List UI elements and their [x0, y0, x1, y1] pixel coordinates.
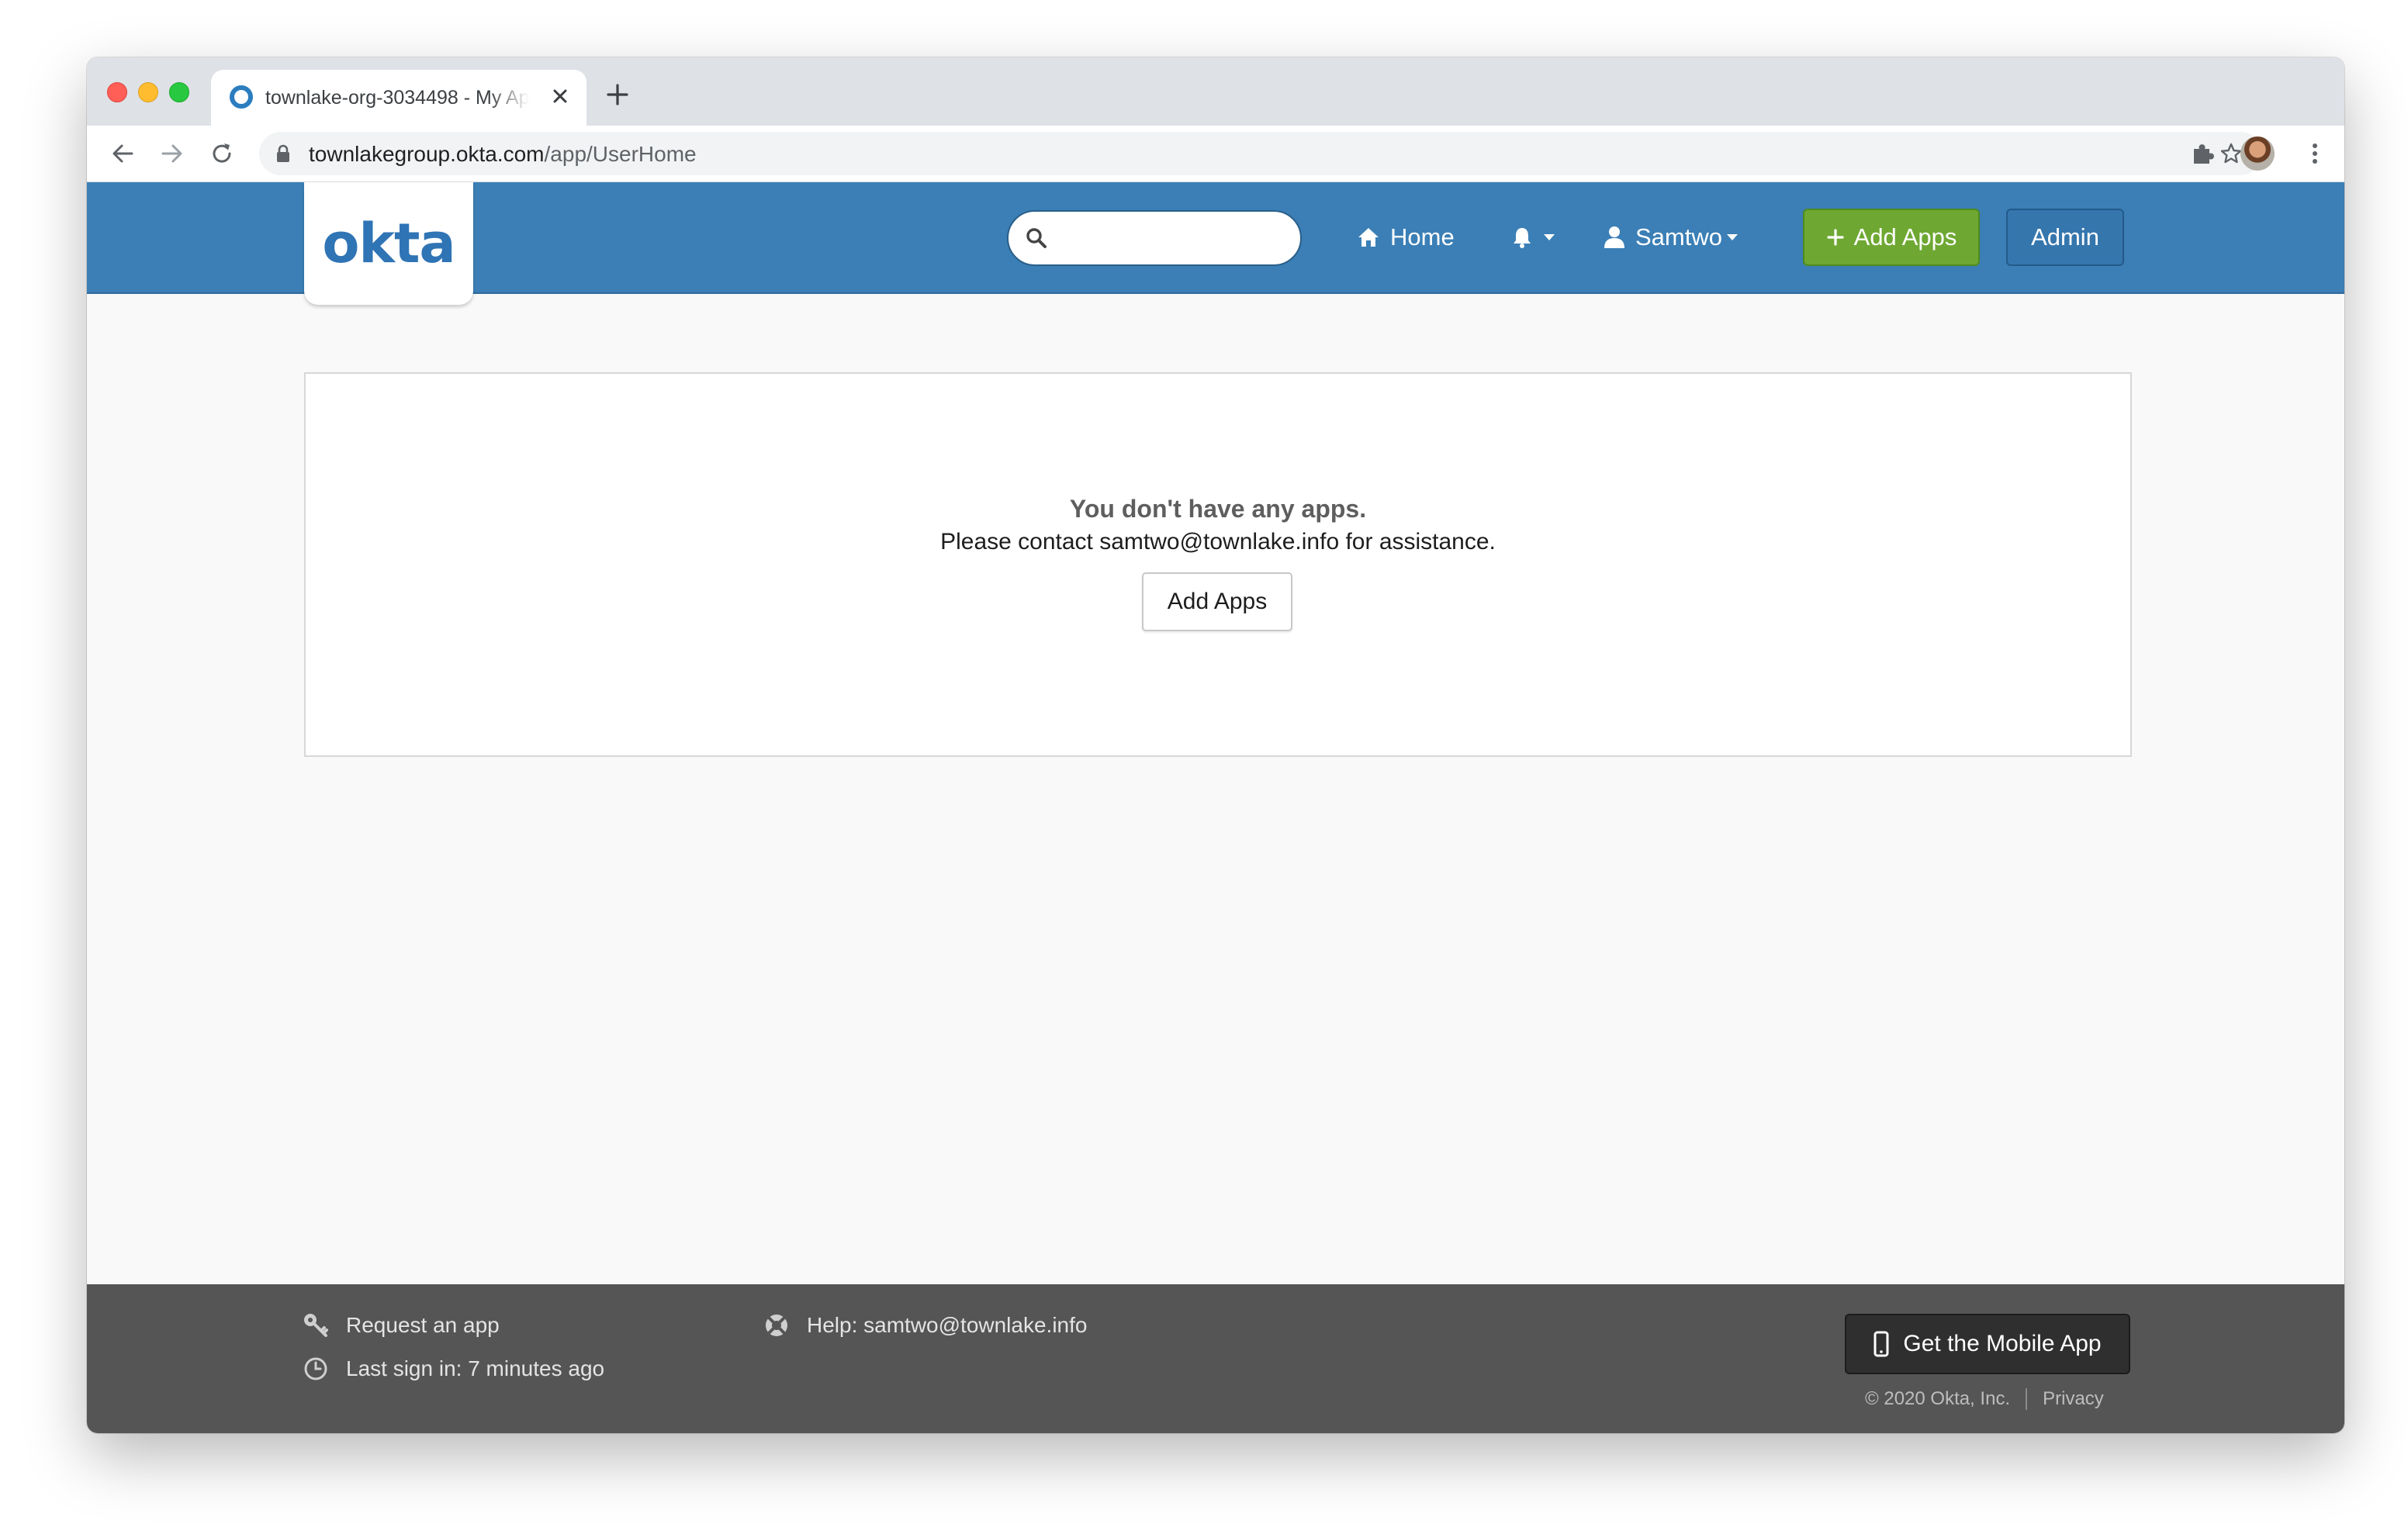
copyright-row: © 2020 Okta, Inc. Privacy — [1865, 1388, 2104, 1410]
request-app-link[interactable]: Request an app — [303, 1312, 500, 1339]
nav-home-link[interactable]: Home — [1356, 213, 1455, 261]
url-host: townlakegroup.okta.com — [309, 142, 545, 166]
clock-icon — [304, 1357, 327, 1380]
bell-icon — [1514, 228, 1531, 248]
user-icon — [1604, 226, 1624, 248]
close-window-button[interactable] — [107, 82, 127, 102]
new-tab-icon[interactable] — [604, 81, 631, 109]
okta-logo[interactable]: okta — [304, 182, 473, 305]
help-lifebuoy-icon — [766, 1315, 787, 1336]
browser-window: townlake-org-3034498 - My Apps townlakeg… — [87, 57, 2344, 1433]
phone-icon — [1873, 1331, 1889, 1357]
empty-message: Please contact samtwo@townlake.info for … — [940, 529, 1496, 555]
close-icon[interactable] — [548, 84, 573, 109]
url-path: /app/UserHome — [544, 142, 697, 166]
tab-title: townlake-org-3034498 - My Apps — [265, 87, 529, 109]
add-apps-label: Add Apps — [1853, 223, 1957, 250]
nav-home-label: Home — [1390, 223, 1455, 250]
more-vert-icon[interactable] — [2299, 138, 2330, 169]
search-input[interactable] — [1055, 223, 1283, 255]
admin-button[interactable]: Admin — [2006, 209, 2124, 266]
admin-label: Admin — [2031, 223, 2099, 250]
add-apps-secondary-button[interactable]: Add Apps — [1142, 572, 1292, 631]
privacy-link[interactable]: Privacy — [2043, 1388, 2104, 1410]
get-mobile-app-button[interactable]: Get the Mobile App — [1845, 1314, 2130, 1374]
key-icon — [304, 1314, 328, 1337]
divider — [2026, 1388, 2028, 1410]
chevron-down-icon — [1544, 234, 1555, 240]
search-box[interactable] — [1007, 210, 1302, 266]
help-link[interactable]: Help: samtwo@townlake.info — [763, 1312, 1087, 1339]
copyright-text: © 2020 Okta, Inc. — [1865, 1388, 2011, 1409]
last-sign-in-label: Last sign in: 7 minutes ago — [346, 1356, 605, 1380]
home-icon — [1358, 228, 1379, 247]
last-sign-in: Last sign in: 7 minutes ago — [303, 1356, 604, 1382]
nav-user-label: Samtwo — [1635, 223, 1722, 250]
lock-icon — [277, 144, 289, 162]
user-menu-dropdown[interactable]: Samtwo — [1603, 213, 1738, 261]
empty-title: You don't have any apps. — [1069, 495, 1367, 523]
empty-apps-panel: You don't have any apps. Please contact … — [304, 372, 2132, 757]
okta-favicon-icon — [230, 85, 253, 109]
footer: Request an app Last sign in: 7 minutes a… — [87, 1284, 2344, 1433]
logo-text: okta — [322, 212, 455, 275]
browser-toolbar: townlakegroup.okta.com/app/UserHome — [87, 126, 2344, 182]
search-icon — [1026, 228, 1047, 248]
url-text: townlakegroup.okta.com/app/UserHome — [309, 142, 697, 167]
browser-tab[interactable]: townlake-org-3034498 - My Apps — [211, 70, 586, 126]
chevron-down-icon — [1726, 234, 1738, 240]
help-label: Help: samtwo@townlake.info — [807, 1313, 1088, 1337]
notifications-dropdown[interactable] — [1510, 213, 1555, 261]
get-mobile-app-label: Get the Mobile App — [1903, 1331, 2102, 1356]
extensions-puzzle-icon[interactable] — [2188, 138, 2219, 169]
maximize-window-button[interactable] — [169, 82, 189, 102]
minimize-window-button[interactable] — [138, 82, 158, 102]
add-apps-secondary-label: Add Apps — [1167, 589, 1268, 614]
okta-header: okta Home Samtwo Add Apps Admin — [87, 182, 2344, 305]
reload-icon[interactable] — [208, 140, 236, 168]
profile-avatar[interactable] — [2240, 136, 2275, 171]
plus-icon — [1827, 229, 1844, 246]
tab-strip: townlake-org-3034498 - My Apps — [87, 57, 2344, 126]
back-arrow-icon[interactable] — [109, 140, 137, 168]
address-bar[interactable]: townlakegroup.okta.com/app/UserHome — [259, 132, 2262, 175]
forward-arrow-icon[interactable] — [158, 140, 186, 168]
add-apps-button[interactable]: Add Apps — [1803, 209, 1980, 266]
request-app-label: Request an app — [346, 1313, 500, 1337]
